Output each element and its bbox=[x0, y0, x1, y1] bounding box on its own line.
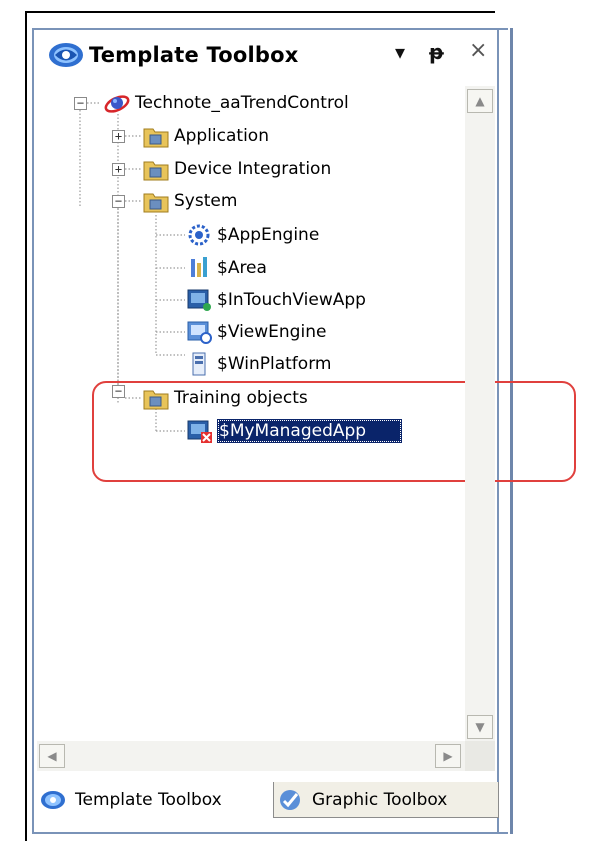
tree-item-label: $WinPlatform bbox=[217, 354, 332, 374]
pin-icon[interactable]: ᵽ bbox=[429, 40, 444, 64]
tree-folder-system[interactable]: System bbox=[142, 187, 237, 215]
dropdown-icon[interactable]: ▾ bbox=[395, 40, 405, 64]
panel-title: Template Toolbox bbox=[89, 43, 299, 67]
tree-root-label: Technote_aaTrendControl bbox=[135, 93, 349, 113]
vertical-scrollbar[interactable]: ▲ ▼ bbox=[465, 86, 495, 751]
scroll-left-button[interactable]: ◀ bbox=[39, 744, 65, 768]
intouch-view-app-icon bbox=[187, 289, 211, 311]
tree-folder-label: Application bbox=[174, 126, 269, 146]
app-engine-icon bbox=[188, 224, 210, 246]
tree-item-win-platform[interactable]: $WinPlatform bbox=[185, 350, 331, 378]
graphic-toolbox-icon bbox=[280, 789, 300, 810]
root-collapse-toggle[interactable]: − bbox=[74, 97, 87, 110]
tab-graphic-toolbox[interactable]: Graphic Toolbox bbox=[273, 782, 499, 818]
toolbox-tab-strip: Template Toolbox Graphic Toolbox bbox=[37, 780, 499, 820]
tree-item-label: $ViewEngine bbox=[217, 322, 327, 342]
tab-template-toolbox[interactable]: Template Toolbox bbox=[37, 782, 267, 818]
tree-item-label: $InTouchViewApp bbox=[217, 290, 366, 310]
horizontal-scrollbar[interactable]: ◀ ▶ bbox=[37, 741, 465, 771]
tree-item-view-engine[interactable]: $ViewEngine bbox=[185, 318, 326, 346]
tree-item-intouch-view-app[interactable]: $InTouchViewApp bbox=[185, 286, 366, 314]
panel-title-bar: Template Toolbox ▾ ᵽ × bbox=[37, 32, 495, 78]
view-engine-icon bbox=[187, 321, 212, 344]
highlight-annotation bbox=[92, 381, 576, 482]
scroll-up-button[interactable]: ▲ bbox=[467, 89, 493, 113]
folder-icon bbox=[143, 161, 169, 181]
scroll-right-button[interactable]: ▶ bbox=[435, 744, 461, 768]
tab-label: Template Toolbox bbox=[75, 790, 222, 810]
area-icon bbox=[191, 257, 207, 277]
scrollbar-corner bbox=[465, 741, 495, 771]
tab-label: Graphic Toolbox bbox=[312, 789, 448, 810]
tree-folder-device-integration[interactable]: Device Integration bbox=[142, 155, 331, 183]
application-expand-toggle[interactable]: + bbox=[112, 130, 125, 143]
galaxy-icon bbox=[104, 95, 130, 113]
folder-icon bbox=[143, 128, 169, 148]
tree-folder-application[interactable]: Application bbox=[142, 122, 269, 150]
system-collapse-toggle[interactable]: − bbox=[112, 195, 125, 208]
win-platform-icon bbox=[192, 352, 206, 376]
folder-icon bbox=[143, 193, 169, 213]
tree-folder-label: System bbox=[174, 191, 238, 211]
tree-folder-label: Device Integration bbox=[174, 159, 332, 179]
tree-item-label: $AppEngine bbox=[217, 225, 320, 245]
scroll-down-button[interactable]: ▼ bbox=[467, 715, 493, 739]
close-icon[interactable]: × bbox=[469, 38, 487, 63]
toolbox-icon bbox=[41, 791, 65, 809]
tree-item-app-engine[interactable]: $AppEngine bbox=[185, 221, 319, 249]
tree-item-area[interactable]: $Area bbox=[185, 254, 267, 282]
toolbox-icon bbox=[49, 43, 83, 67]
device-integration-expand-toggle[interactable]: + bbox=[112, 163, 125, 176]
tree-root-node[interactable]: Technote_aaTrendControl bbox=[103, 89, 349, 117]
tree-item-label: $Area bbox=[217, 258, 267, 278]
